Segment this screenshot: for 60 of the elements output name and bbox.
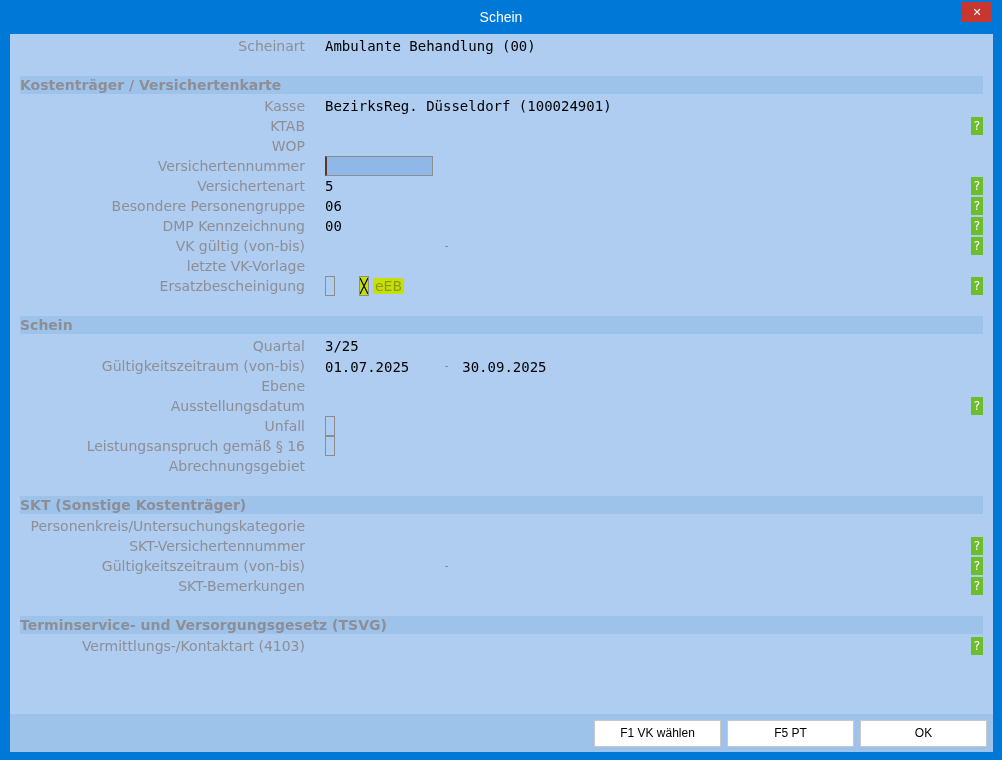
field-label: Ausstellungsdatum	[169, 398, 305, 414]
field-label: letzte VK-Vorlage	[185, 258, 305, 274]
field-label: Leistungsanspruch gemäß § 16	[85, 438, 305, 454]
checkbox[interactable]	[325, 276, 335, 296]
field-label: Quartal	[251, 338, 305, 354]
ebb-tag: eEB	[373, 278, 405, 294]
section-header: Terminservice- und Versorgungsgesetz (TSVG)	[20, 616, 983, 634]
field-value: 00	[325, 218, 342, 234]
help-button[interactable]: ?	[971, 117, 983, 135]
checkbox[interactable]	[325, 436, 335, 456]
help-button[interactable]: ?	[971, 637, 983, 655]
field-label: Vermittlungs-/Kontaktart (4103)	[80, 638, 305, 654]
help-button[interactable]: ?	[971, 237, 983, 255]
range-separator: -	[443, 359, 451, 373]
field-label: Versichertennummer	[156, 158, 305, 174]
field-label: Kasse	[263, 98, 305, 114]
dialog-button[interactable]: F1 VK wählen	[594, 719, 721, 747]
help-button[interactable]: ?	[971, 177, 983, 195]
field-label: Ebene	[260, 378, 305, 394]
section-header: SKT (Sonstige Kostenträger)	[20, 496, 983, 514]
help-button[interactable]: ?	[971, 277, 983, 295]
field-value: 06	[325, 198, 342, 214]
field-label: Scheinart	[237, 38, 305, 54]
field-label: Abrechnungsgebiet	[167, 458, 305, 474]
field-label: Ersatzbescheinigung	[158, 278, 305, 294]
field-label: Gültigkeitszeitraum (von-bis)	[100, 558, 305, 574]
dialog-button[interactable]: OK	[860, 719, 987, 747]
field-label: SKT-Versichertennummer	[128, 538, 305, 554]
window-title: Schein	[479, 9, 523, 25]
help-button[interactable]: ?	[971, 577, 983, 595]
field-value: BezirksReg. Düsseldorf (100024901)	[325, 98, 612, 114]
field-label: Versichertenart	[196, 178, 305, 194]
range-separator: -	[443, 239, 451, 253]
field-label: SKT-Bemerkungen	[177, 578, 305, 594]
range-separator: -	[443, 559, 451, 573]
field-label: DMP Kennzeichnung	[161, 218, 305, 234]
field-label: WOP	[270, 138, 305, 154]
section-header: Kostenträger / Versichertenkarte	[20, 76, 983, 94]
checkbox[interactable]	[325, 416, 335, 436]
section-header: Schein	[20, 316, 983, 334]
field-label: Gültigkeitszeitraum (von-bis)	[100, 358, 305, 374]
checked-checkbox[interactable]	[359, 276, 369, 296]
date-to: 30.09.2025	[462, 358, 547, 375]
field-label: VK gültig (von-bis)	[174, 238, 305, 254]
dialog-button[interactable]: F5 PT	[727, 719, 854, 747]
field-label: Besondere Personengruppe	[110, 198, 305, 214]
help-button[interactable]: ?	[971, 557, 983, 575]
date-from: 01.07.2025	[325, 358, 410, 375]
field-value: 5	[325, 178, 334, 194]
input-field[interactable]	[325, 156, 433, 176]
help-button[interactable]: ?	[971, 217, 983, 235]
field-label: KTAB	[269, 118, 305, 134]
field-label: Unfall	[263, 418, 305, 434]
field-value: Ambulante Behandlung (00)	[325, 38, 536, 54]
help-button[interactable]: ?	[971, 197, 983, 215]
field-label: Personenkreis/Untersuchungskategorie	[29, 518, 305, 534]
field-value: 3/25	[325, 338, 359, 354]
close-button[interactable]: ✕	[962, 2, 992, 22]
help-button[interactable]: ?	[971, 397, 983, 415]
help-button[interactable]: ?	[971, 537, 983, 555]
